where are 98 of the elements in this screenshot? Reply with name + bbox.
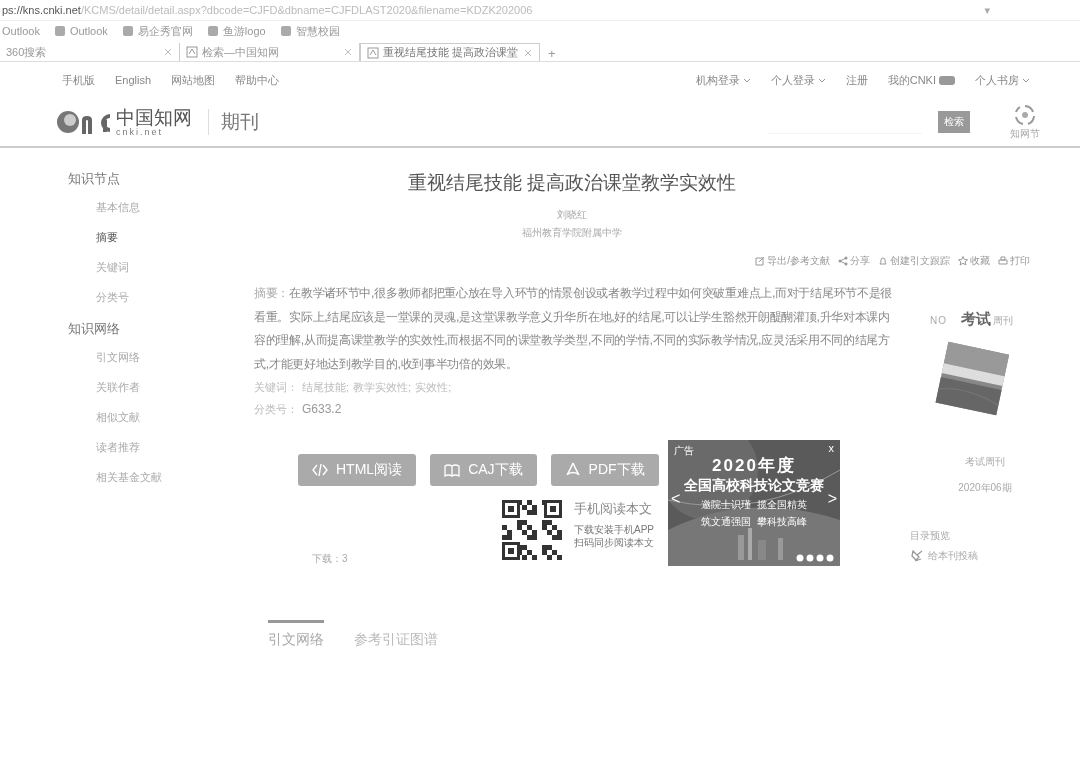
bookmark[interactable]: Outlook xyxy=(53,25,108,37)
browser-tab[interactable]: 重视结尾技能 提高政治课堂 xyxy=(360,43,540,61)
toolbar-link[interactable]: 创建引文跟踪 xyxy=(878,254,950,268)
journal-cover[interactable]: NO 考试周刊 xyxy=(930,310,1040,421)
badge-icon xyxy=(939,75,955,85)
caret-icon xyxy=(742,76,751,84)
sidebar-item[interactable]: 摘要 xyxy=(96,230,240,245)
nav-link[interactable]: 网站地图 xyxy=(171,72,216,88)
sidebar-heading: 知识网络 xyxy=(68,320,121,338)
qr-code-icon xyxy=(502,500,562,560)
nav-link[interactable]: 注册 xyxy=(845,72,868,88)
share-icon xyxy=(838,256,848,266)
pinwheel-icon xyxy=(1013,103,1037,127)
caret-icon[interactable]: ▾ xyxy=(984,3,990,17)
toolbar-link[interactable]: 打印 xyxy=(998,254,1030,268)
nav-link[interactable]: English xyxy=(115,74,152,86)
bookmark[interactable]: 鱼游logo xyxy=(206,23,266,39)
sidebar-item[interactable]: 相关基金文献 xyxy=(96,470,240,485)
printer-icon xyxy=(998,256,1008,266)
new-tab-button[interactable]: + xyxy=(548,46,556,61)
close-icon xyxy=(163,47,173,57)
download-button[interactable]: HTML阅读 xyxy=(298,454,417,486)
close-button[interactable]: x xyxy=(828,442,834,454)
page-icon xyxy=(186,46,198,58)
carousel-dots-icon xyxy=(796,554,834,562)
mobile-read-note: 下载安装手机APP xyxy=(574,523,654,536)
sidebar-item[interactable]: 分类号 xyxy=(96,290,240,305)
section-title: 期刊 xyxy=(208,109,259,135)
caret-icon xyxy=(1022,76,1030,84)
cover-mark: NO xyxy=(930,315,947,326)
book-icon xyxy=(444,462,461,478)
sidebar-heading: 知识节点 xyxy=(68,170,121,188)
previous-button[interactable]: < xyxy=(671,490,681,508)
ad-slogan: 邀院士识瑾 揽全国精英 xyxy=(701,498,807,512)
affiliation-link[interactable]: 福州教育学院附属中学 xyxy=(254,226,890,240)
cover-subtitle: 周刊 xyxy=(993,314,1013,328)
ad-headline: 全国高校科技论文竞赛 xyxy=(684,477,824,495)
nav-link[interactable]: 个人书房 xyxy=(975,72,1030,88)
cover-title: 考试 xyxy=(961,310,991,329)
close-icon xyxy=(343,47,353,57)
star-icon xyxy=(958,256,968,266)
submit-link[interactable]: 给本刊投稿 xyxy=(910,549,978,563)
bookmark[interactable]: 易企秀官网 xyxy=(121,23,193,39)
mobile-read-title: 手机阅读本文 xyxy=(574,502,653,515)
section-tab[interactable]: 引文网络 xyxy=(268,620,324,649)
bookmark[interactable]: 智慧校园 xyxy=(279,23,340,39)
nav-link[interactable]: 机构登录 xyxy=(695,72,751,88)
bell-icon xyxy=(878,256,888,266)
nav-link[interactable]: 个人登录 xyxy=(770,72,826,88)
mobile-read-note: 扫码同步阅读本文 xyxy=(574,536,654,549)
sidebar-item[interactable]: 关键词 xyxy=(96,260,240,275)
bookmark-icon xyxy=(206,25,219,37)
browser-tab[interactable]: 360搜索 xyxy=(0,43,180,61)
ad-year: 2020年度 xyxy=(712,455,796,477)
sidebar-item[interactable]: 引文网络 xyxy=(96,350,240,365)
sidebar-item[interactable]: 基本信息 xyxy=(96,200,240,215)
close-icon xyxy=(523,47,533,58)
icon-label[interactable]: 知网节 xyxy=(1010,127,1040,141)
caret-icon xyxy=(817,76,826,84)
sidebar-item[interactable]: 相似文献 xyxy=(96,410,240,425)
sidebar-item[interactable]: 读者推荐 xyxy=(96,440,240,455)
toolbar-link[interactable]: 导出/参考文献 xyxy=(755,254,830,268)
export-icon xyxy=(755,256,766,266)
toc-preview-link[interactable]: 目录预览 xyxy=(910,529,950,543)
next-button[interactable]: > xyxy=(827,490,837,508)
ad-banner[interactable]: 广告 x 2020年度 全国高校科技论文竞赛 邀院士识瑾 揽全国精英 筑文通强国 攀科技高峰 < > xyxy=(668,440,840,566)
search-button[interactable]: 检索 xyxy=(938,111,970,133)
logo-text: 中国知网 xyxy=(116,107,192,127)
author-link[interactable]: 刘晓红 xyxy=(254,208,890,222)
journal-name[interactable]: 考试周刊 xyxy=(965,455,1005,469)
nav-link[interactable]: 我的CNKI xyxy=(887,72,955,88)
sidebar-item[interactable]: 关联作者 xyxy=(96,380,240,395)
bookmark-icon xyxy=(279,25,292,37)
toolbar-link[interactable]: 分享 xyxy=(838,254,870,268)
article-title: 重视结尾技能 提高政治课堂教学实效性 xyxy=(406,171,738,195)
classification-code: G633.2 xyxy=(302,401,342,418)
bookmark[interactable]: Outlook xyxy=(2,25,40,37)
bookmark-icon xyxy=(121,25,134,37)
ad-tag: 广告 xyxy=(674,444,694,458)
address-field[interactable]: ps://kns.cnki.net/KCMS/detail/detail.aspx?dbcode=CJFD&dbname=CJFDLAST2020&filename=KDZK202006 xyxy=(2,4,533,16)
download-button[interactable]: CAJ下载 xyxy=(430,454,537,486)
toolbar-link[interactable]: 收藏 xyxy=(958,254,990,268)
keywords-label: 关键词： xyxy=(254,380,298,395)
logo-subtext: cnki.net xyxy=(116,126,164,137)
download-button[interactable]: PDF下载 xyxy=(550,454,659,486)
ad-slogan: 筑文通强国 攀科技高峰 xyxy=(701,515,807,529)
journal-issue[interactable]: 2020年06期 xyxy=(958,481,1012,495)
download-count: 下载：3 xyxy=(312,552,349,566)
page-icon xyxy=(367,46,379,59)
pen-icon xyxy=(910,549,924,563)
nav-link[interactable]: 手机版 xyxy=(62,72,95,88)
bookmark-icon xyxy=(53,25,66,37)
nav-link[interactable]: 帮助中心 xyxy=(235,72,280,88)
section-tab[interactable]: 参考引证图谱 xyxy=(354,620,438,649)
abstract-text: 摘要：在教学诸环节中,很多教师都把重心放在导入环节的情景创设或者教学过程中如何突破重难点上,而对于结尾环节不是很看重。实际上,结尾应该是一堂课的灵魂,是这堂课教学意义升华所在地,好的结尾,可以让学生豁然开朗醍醐灌顶,升华对本课内容的理解,从而提高课堂教学的实效性,而根据不同的课堂教学类型,不同的学情,不同的实际教学情况,应灵活采用不同的结尾方式,才能更好地达到教学目的,收到事半功倍的效果。 xyxy=(254,285,894,373)
code-icon xyxy=(312,462,328,478)
keyword-link[interactable]: 结尾技能; xyxy=(302,376,350,398)
pdf-icon xyxy=(564,462,581,478)
